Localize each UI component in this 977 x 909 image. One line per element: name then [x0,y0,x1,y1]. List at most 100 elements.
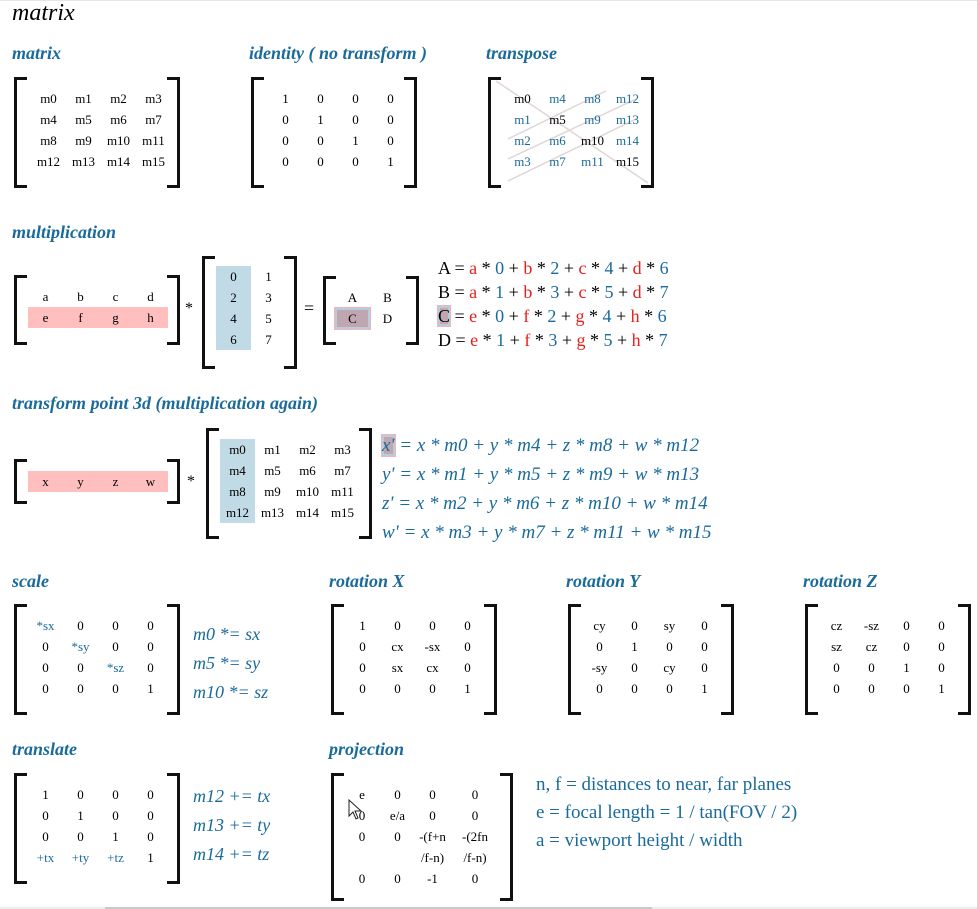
equation-coefficient: 5 [603,330,613,350]
matrix-cell: 0 [147,808,154,823]
matrix-cell: cz [865,639,878,654]
equation-variable: f [523,306,530,326]
left-bracket [331,773,344,901]
equation-coefficient: 6 [657,306,667,326]
matrix-cell: D [382,311,393,326]
matrix-cell: 0 [429,681,436,696]
matrix-cell: cy [663,660,676,675]
matrix-cell: m10 [580,133,605,148]
matrix-cell: *sy [71,639,90,654]
equation-coefficient: 1 [495,282,505,302]
matrix-cell: 0 [429,618,436,633]
matrix-cell: g [98,307,133,328]
matrix-cell: 0 [352,91,359,106]
matrix-cell: 1 [42,787,49,802]
matrix-cell: x [42,474,49,489]
left-bracket [805,604,818,715]
transpose-grid: m0 m4 m8 m12 m1 m5 m9 m13 m2 m6 m10 m14 m3 m7 m11 m15 [505,88,645,172]
equation-lhs: w' [382,522,399,543]
matrix-cell: e [28,307,63,328]
matrix-cell: c [112,289,119,304]
matrix-transpose: m0 m4 m8 m12 m1 m5 m9 m13 m2 m6 m10 m14 m3 m7 m11 m15 [488,77,654,188]
transform-grid: m0 m1 m2 m3 m4 m5 m6 m7 m8 m9 m10 m11 m12 m13 m14 m15 [220,439,360,523]
matrix-cell: 0 [938,660,945,675]
equation-coefficient: 0 [495,306,505,326]
rotation-z-grid: cz -sz 0 0 sz cz 0 0 0 0 1 0 0 0 0 1 [819,615,959,699]
projection-grid: e 0 0 0 0 e/a 0 0 0 0 -(f+n -(2fn/f-n)/f-n) 0 0 -1 0 [344,784,500,889]
matrix-cell: 0 [352,154,359,169]
matrix-translate: 1 0 0 0 0 1 0 0 0 0 1 0 +tx +ty +tz 1 [14,773,180,884]
rotation-y-grid: cy 0 sy 0 0 1 0 0 -sy 0 cy 0 0 0 0 1 [582,615,722,699]
matrix-cell: m4 [549,91,566,106]
note-line: m14 += tz [193,844,270,864]
right-bracket [167,773,180,884]
matrix-right-4x2: 01234567 [202,256,297,369]
matrix-cell: 0 [42,639,49,654]
matrix-cell: m14 [106,154,131,169]
transform-equation-line: y' = x * m1 + y * m5 + z * m9 + w * m13 [382,460,711,489]
matrix-cell: 0 [938,618,945,633]
matrix-cell: m13 [260,505,285,520]
section-title-multiplication: multiplication [12,222,117,242]
matrix-left-2x4: a b c d efgh [14,275,180,345]
matrix-cell: 1 [701,681,708,696]
left-bracket [14,459,27,504]
matrix-cell: m4 [40,112,57,127]
section-title-projection: projection [329,739,404,759]
matrix-cell: 0 [666,639,673,654]
matrix-cell: h [133,307,168,328]
matrix-cell: m8 [584,91,601,106]
matrix-cell: m15 [141,154,166,169]
equation-lhs: C [438,306,451,326]
matrix-cell: m2 [299,442,316,457]
equation-lhs: z' [382,493,394,514]
equation-rhs: = x * m3 + y * m7 + z * m11 + w * m15 [398,522,712,543]
matrix-cell: 0 [833,660,840,675]
matrix-rotation-z: cz -sz 0 0 sz cz 0 0 0 0 1 0 0 0 0 1 [805,604,971,715]
section-title-identity: identity ( no transform ) [249,43,428,63]
matrix-cell: m7 [334,463,351,478]
right-bracket [500,773,513,901]
right-bracket [167,604,180,715]
matrix-cell: 0 [429,808,436,823]
equation-variable: g [576,330,586,350]
scale-notes: m0 *= sx m5 *= sy m10 *= sz [193,620,268,707]
matrix-scale: *sx 0 0 0 0 *sy 0 0 0 0 *sz 0 0 0 0 1 [14,604,180,715]
matrix-cell: m6 [299,463,316,478]
matrix-cell: 0 [429,787,436,802]
equation-variable: h [630,306,640,326]
matrix-cell: 0 [112,787,119,802]
section-title-rotation-x: rotation X [329,571,405,591]
equation-line: D = e * 1 + f * 3 + g * 5 + h * 7 [438,330,668,350]
matrix-cell: 0 [596,639,603,654]
matrix-cell: z [112,474,119,489]
matrix-cell: m12 [220,502,255,523]
matrix-cell: 0 [387,133,394,148]
left-bracket [14,275,27,345]
equation-line: A = a * 0 + b * 2 + c * 4 + d * 6 [438,258,669,278]
matrix-cell: 0 [701,618,708,633]
matrix-result-2x2: A BCD [323,276,419,345]
matrix-cell: m7 [145,112,162,127]
matrix-cell [344,847,380,868]
matrix-cell: m12 [36,154,61,169]
matrix-cell: 0 [464,660,471,675]
matrix-cell: -(f+n [419,829,446,844]
matrix-cell: 5 [265,311,272,326]
equation-coefficient: 3 [548,330,558,350]
left-bracket [14,604,27,715]
matrix-cell: d [147,289,154,304]
matrix-cell: 0 [359,639,366,654]
matrix-cell: 0 [147,829,154,844]
matrix-cell: m11 [142,133,165,148]
projection-notes: n, f = distances to near, far planes e = … [536,771,797,855]
matrix-cell: 7 [265,332,272,347]
matrix-cell: 0 [868,660,875,675]
matrix-cell: m2 [514,133,531,148]
mult-left-grid: a b c d efgh [28,286,168,328]
matrix-cell: 2 [216,287,251,308]
transform-equation-line: w' = x * m3 + y * m7 + z * m11 + w * m15 [382,518,711,547]
matrix-identity: 1 0 0 0 0 1 0 0 0 0 1 0 0 0 0 1 [251,77,417,188]
identity-grid: 1 0 0 0 0 1 0 0 0 0 1 0 0 0 0 1 [268,88,408,172]
section-title-translate: translate [12,739,78,759]
